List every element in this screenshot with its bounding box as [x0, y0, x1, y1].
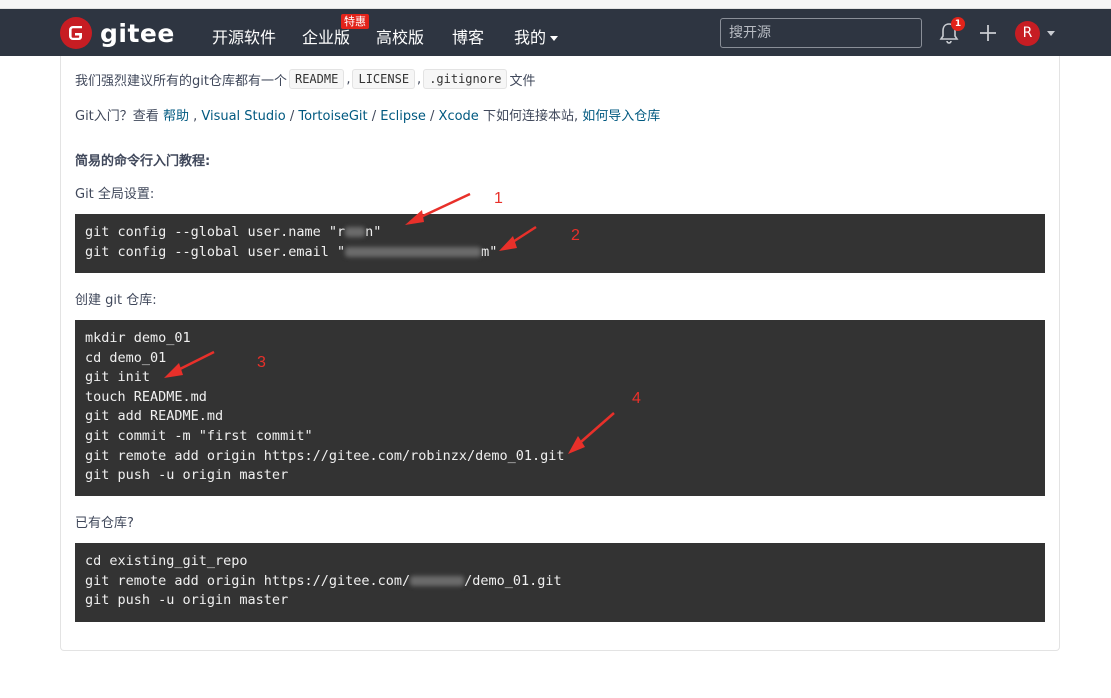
tortoisegit-link[interactable]: TortoiseGit	[298, 109, 367, 124]
annotation-number-1: 1	[494, 190, 503, 207]
browser-top-strip	[0, 0, 1111, 9]
nav-university[interactable]: 高校版	[376, 24, 424, 48]
global-settings-code-block[interactable]: git config --global user.name "r n" git c…	[75, 214, 1045, 273]
recommendation-text: 我们强烈建议所有的git仓库都有一个	[75, 73, 287, 89]
git-help-line: Git入门？查看 帮助 , Visual Studio / TortoiseGi…	[75, 109, 661, 124]
eclipse-link[interactable]: Eclipse	[380, 109, 426, 124]
code-line: git push -u origin master	[85, 592, 289, 609]
code-line: cd existing_git_repo	[85, 553, 248, 569]
annotation-number-3: 3	[257, 354, 266, 371]
license-file-tag: LICENSE	[352, 69, 416, 89]
code-line: git remote add origin https://gitee.com/…	[85, 447, 565, 464]
gitee-logo-icon	[60, 17, 92, 49]
help-prefix: Git入门？查看	[75, 109, 159, 124]
code-line: git init	[85, 369, 151, 386]
avatar-chevron-down-icon[interactable]	[1047, 31, 1055, 36]
redacted-username	[410, 575, 465, 586]
readme-recommendation: 我们强烈建议所有的git仓库都有一个 README , LICENSE , .g…	[75, 69, 535, 89]
promo-badge: 特惠	[341, 14, 369, 29]
plus-icon[interactable]	[978, 23, 998, 43]
create-repo-label: 创建 git 仓库:	[75, 293, 157, 308]
code-line: git config --global user.email " m"	[85, 243, 498, 260]
nav-mine[interactable]: 我的	[514, 24, 559, 48]
annotation-number-4: 4	[632, 390, 641, 407]
nav-mine-label: 我的	[514, 28, 547, 47]
logo-wordmark: gitee	[100, 18, 175, 48]
search-input[interactable]	[720, 18, 922, 48]
code-line: git add README.md	[85, 408, 224, 425]
readme-file-tag: README	[288, 69, 345, 89]
code-line: mkdir demo_01	[85, 330, 191, 346]
create-repo-code-block[interactable]: mkdir demo_01 cd demo_01 git init touch …	[75, 320, 1045, 496]
code-line: git remote add origin https://gitee.com/…	[85, 572, 562, 589]
code-line: git config --global user.name "r n"	[85, 224, 382, 240]
tutorial-heading: 简易的命令行入门教程:	[75, 154, 211, 169]
annotation-number-2: 2	[571, 227, 580, 244]
global-settings-label: Git 全局设置:	[75, 187, 155, 202]
redacted-email	[345, 246, 482, 257]
separator: ,	[417, 71, 422, 87]
top-navbar: gitee 开源软件 企业版 特惠 高校版 博客 我的 1 R	[0, 9, 1111, 56]
code-line: touch README.md	[85, 388, 207, 405]
nav-blog[interactable]: 博客	[452, 24, 484, 48]
code-line: git commit -m "first commit"	[85, 427, 313, 444]
existing-repo-label: 已有仓库?	[75, 516, 134, 531]
help-suffix: 下如何连接本站,	[482, 109, 579, 124]
separator: ,	[346, 71, 351, 87]
gitee-logo[interactable]: gitee	[60, 17, 175, 49]
avatar[interactable]: R	[1015, 21, 1040, 46]
import-repo-link[interactable]: 如何导入仓库	[582, 109, 660, 124]
nav-open-source[interactable]: 开源软件	[212, 24, 276, 48]
existing-repo-code-block[interactable]: cd existing_git_repo git remote add orig…	[75, 543, 1045, 622]
recommendation-suffix: 文件	[509, 73, 536, 89]
xcode-link[interactable]: Xcode	[439, 109, 479, 124]
visual-studio-link[interactable]: Visual Studio	[201, 109, 285, 124]
chevron-down-icon	[550, 36, 559, 41]
help-link[interactable]: 帮助	[163, 109, 189, 124]
gitignore-file-tag: .gitignore	[423, 69, 508, 89]
redacted-username	[345, 227, 366, 237]
notification-count-badge: 1	[951, 17, 965, 31]
code-line: git push -u origin master	[85, 467, 289, 484]
code-line: cd demo_01	[85, 349, 167, 366]
